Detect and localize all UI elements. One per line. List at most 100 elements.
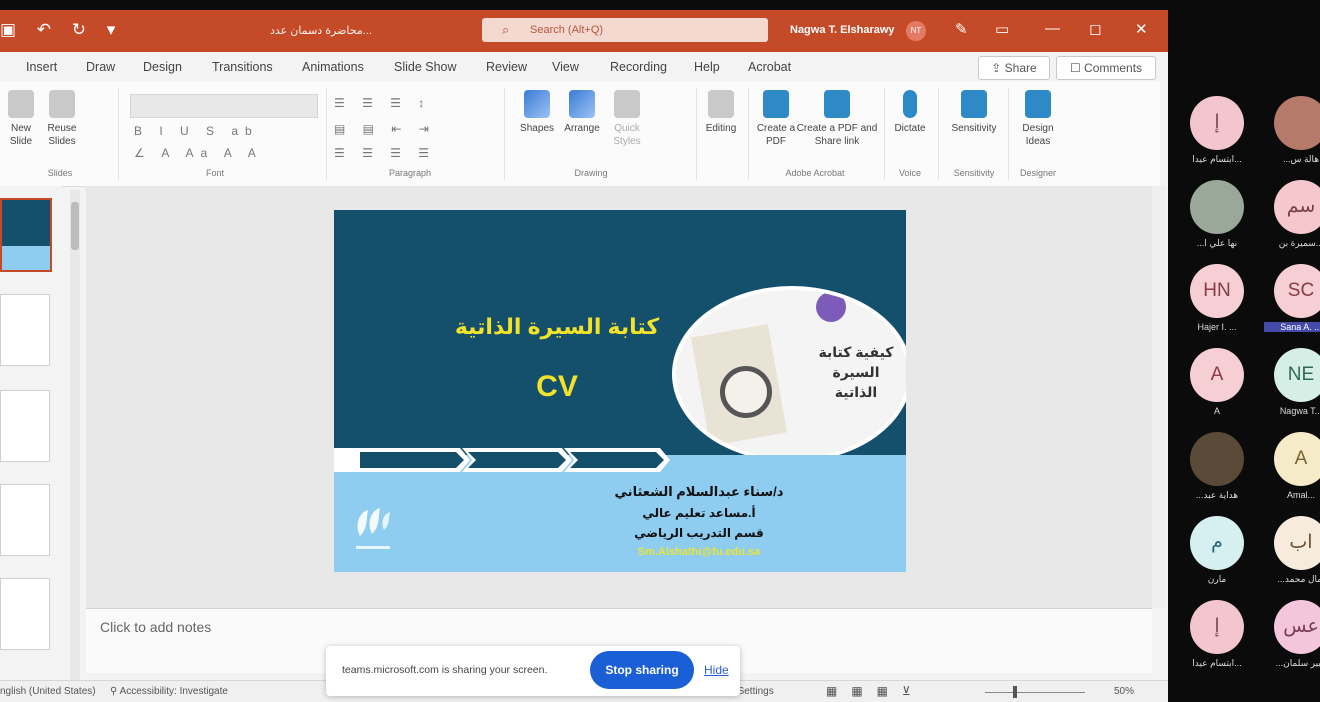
avatar: إ xyxy=(1190,600,1244,654)
slide-thumbnail[interactable] xyxy=(0,484,50,556)
minimize-icon[interactable]: — xyxy=(1045,20,1060,37)
zoom-slider[interactable] xyxy=(985,692,1085,693)
slide-thumbnail[interactable] xyxy=(0,578,50,650)
tab-draw[interactable]: Draw xyxy=(86,60,115,74)
participant-tile[interactable]: A Amal... xyxy=(1264,428,1320,512)
participant-tile[interactable]: سم سميرة بن... xyxy=(1264,176,1320,260)
font-format-buttons[interactable]: B I U S ab xyxy=(134,124,259,138)
customize-icon[interactable]: ▾ xyxy=(107,20,124,39)
image-caption-line1: كيفية كتابة xyxy=(818,344,894,360)
participant-name: ابتسام عيدا... xyxy=(1192,154,1242,164)
participant-name: ...هالة س xyxy=(1282,154,1320,164)
group-label-voice: Voice xyxy=(898,168,922,178)
user-name[interactable]: Nagwa T. Elsharawy xyxy=(790,24,895,36)
author-department: قسم التدريب الرياضي xyxy=(634,526,764,540)
participant-tile[interactable]: ...نها علي ا xyxy=(1180,176,1260,260)
quick-access-toolbar[interactable]: ▣ ↶ ↻ ▾ xyxy=(0,20,123,40)
editing-label: Editing xyxy=(705,123,737,134)
quick-styles-icon xyxy=(614,90,640,118)
hide-link[interactable]: Hide xyxy=(704,663,729,677)
list-buttons[interactable]: ☰ ☰ ☰ ↕ xyxy=(334,96,431,110)
microphone-icon xyxy=(903,90,917,118)
participant-tile[interactable]: HN Hajer I. ... xyxy=(1180,260,1260,344)
font-color-buttons[interactable]: ∠ A Aa A A xyxy=(134,146,263,160)
tab-insert[interactable]: Insert xyxy=(26,60,57,74)
avatar: سم xyxy=(1274,180,1320,234)
reuse-slides-button[interactable]: Reuse Slides xyxy=(44,90,80,148)
thumbnails-scrollbar[interactable] xyxy=(70,190,80,680)
tab-animations[interactable]: Animations xyxy=(302,60,364,74)
create-pdf-button[interactable]: Create a PDF xyxy=(756,90,796,148)
shapes-button[interactable]: Shapes xyxy=(514,90,560,135)
canvas-scrollbar[interactable] xyxy=(1152,186,1166,608)
thumb-footer xyxy=(2,246,50,270)
comments-label: Comments xyxy=(1084,61,1143,75)
search-box[interactable]: ⌕ Search (Alt+Q) xyxy=(482,18,768,42)
participant-tile[interactable]: ...هالة س xyxy=(1264,92,1320,176)
design-ideas-button[interactable]: Design Ideas xyxy=(1014,90,1062,148)
share-button[interactable]: ⇪ Share xyxy=(978,56,1050,80)
save-icon[interactable]: ▣ xyxy=(0,20,24,39)
zoom-level[interactable]: 50% xyxy=(1114,686,1134,697)
tab-transitions[interactable]: Transitions xyxy=(212,60,273,74)
zoom-slider-knob[interactable] xyxy=(1013,686,1017,698)
author-email: Sm.Alshathi@fu.edu.sa xyxy=(637,546,761,558)
tab-design[interactable]: Design xyxy=(143,60,182,74)
redo-icon[interactable]: ↻ xyxy=(72,20,94,39)
slide-thumbnail[interactable] xyxy=(0,198,52,272)
undo-icon[interactable]: ↶ xyxy=(37,20,59,39)
tab-acrobat[interactable]: Acrobat xyxy=(748,60,791,74)
search-icon: ⌕ xyxy=(502,22,510,37)
tab-review[interactable]: Review xyxy=(486,60,527,74)
magnifier-icon xyxy=(720,366,772,418)
avatar: اب xyxy=(1274,516,1320,570)
new-slide-button[interactable]: New Slide xyxy=(2,90,40,148)
participant-tile[interactable]: م مارن xyxy=(1180,512,1260,596)
avatar: HN xyxy=(1190,264,1244,318)
accessibility-status[interactable]: ⚲ Accessibility: Investigate xyxy=(110,686,228,697)
participant-tile[interactable]: إ ابتسام عيدا... xyxy=(1180,92,1260,176)
participant-name: ...عبير سلمان xyxy=(1275,658,1320,668)
create-pdf-share-button[interactable]: Create a PDF and Share link xyxy=(796,90,878,148)
scrollbar-thumb[interactable] xyxy=(71,202,79,250)
ribbon: New Slide Reuse Slides Slides B I U S ab… xyxy=(0,82,1160,187)
slide-thumbnail[interactable] xyxy=(0,294,50,366)
align-buttons[interactable]: ☰ ☰ ☰ ☰ xyxy=(334,146,436,160)
stop-sharing-button[interactable]: Stop sharing xyxy=(590,651,694,689)
arrange-icon xyxy=(569,90,595,118)
participant-tile[interactable]: SC Sana A. ... xyxy=(1264,260,1320,344)
quick-styles-button[interactable]: Quick Styles xyxy=(606,90,648,148)
tab-help[interactable]: Help xyxy=(694,60,720,74)
dictate-button[interactable]: Dictate xyxy=(888,90,932,135)
participant-tile[interactable]: اب ...امال محمد xyxy=(1264,512,1320,596)
document-title: محاضرة دسمان عدد... xyxy=(270,25,372,37)
view-buttons[interactable]: ▦▦▦⊻ xyxy=(826,684,925,698)
pen-icon[interactable]: ✎ xyxy=(955,20,968,38)
sensitivity-button[interactable]: Sensitivity xyxy=(944,90,1004,135)
language-status[interactable]: nglish (United States) xyxy=(0,686,96,697)
participant-tile[interactable]: ...هداية عبد xyxy=(1180,428,1260,512)
notes-placeholder: Click to add notes xyxy=(100,619,212,635)
participant-tile[interactable]: AA xyxy=(1180,344,1260,428)
avatar: إ xyxy=(1190,96,1244,150)
comments-button[interactable]: ☐ Comments xyxy=(1056,56,1156,80)
tab-slide-show[interactable]: Slide Show xyxy=(394,60,457,74)
ribbon-display-icon[interactable]: ▭ xyxy=(995,20,1009,38)
close-icon[interactable]: ✕ xyxy=(1135,20,1148,38)
slide-thumbnail[interactable] xyxy=(0,390,50,462)
participant-name: Hajer I. ... xyxy=(1197,322,1237,332)
indent-buttons[interactable]: ▤ ▤ ⇤ ⇥ xyxy=(334,122,436,136)
participant-tile[interactable]: إ ابتسام عيدا... xyxy=(1180,596,1260,680)
participant-tile[interactable]: عس ...عبير سلمان xyxy=(1264,596,1320,680)
restore-icon[interactable]: ◻ xyxy=(1089,20,1101,38)
slide[interactable]: كتابة السيرة الذاتية CV كيفية كتابة السير… xyxy=(334,210,906,572)
user-avatar[interactable]: NT xyxy=(906,21,926,41)
tab-recording[interactable]: Recording xyxy=(610,60,667,74)
pdf-icon xyxy=(763,90,789,118)
participant-tile[interactable]: NE Nagwa T... xyxy=(1264,344,1320,428)
font-name-dropdown[interactable] xyxy=(130,94,318,118)
powerpoint-window: ▣ ↶ ↻ ▾ محاضرة دسمان عدد... ⌕ Search (Al… xyxy=(0,10,1168,702)
arrange-button[interactable]: Arrange xyxy=(558,90,606,135)
tab-view[interactable]: View xyxy=(552,60,579,74)
editing-button[interactable]: Editing xyxy=(700,90,742,135)
